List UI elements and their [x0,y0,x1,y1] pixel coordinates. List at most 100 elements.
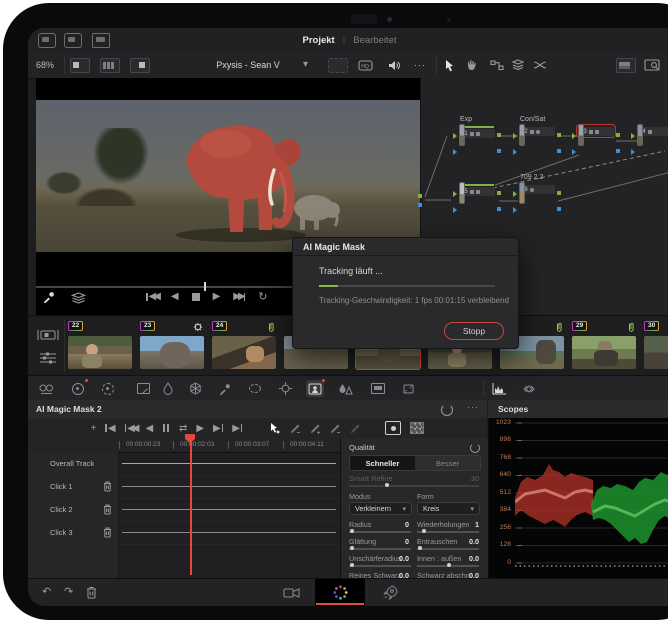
goto-first-frame-button[interactable]: ◀ [105,423,116,434]
add-keyframe-icon[interactable]: + [91,423,97,434]
smart-refine-slider[interactable] [349,483,479,487]
quality-option-schneller[interactable]: Schneller [350,456,415,470]
pointer-tool-icon[interactable] [444,52,455,78]
node-05[interactable]: 05 [453,182,501,213]
add-pen-tool-icon[interactable] [310,423,321,434]
blur-icon[interactable] [336,380,354,397]
node-01[interactable]: Exp 01 [453,116,501,155]
track-row-overall[interactable]: Overall Track [28,452,340,476]
tab-projekt[interactable]: Projekt [303,35,335,46]
node-04[interactable]: 04 [631,124,668,155]
primaries-wheels-icon[interactable] [37,380,55,397]
node-connect-icon[interactable] [490,52,504,78]
edit-page-icon[interactable] [283,587,300,599]
source-rgb-port[interactable] [418,194,422,198]
primary-adjust-icon[interactable] [69,379,88,397]
clip-thumbnail-24[interactable]: 24 [212,321,276,369]
zoom-level-dropdown[interactable]: 68% [36,52,54,78]
play-reverse-button[interactable]: ◀ [171,291,179,302]
form-dropdown[interactable]: Kreis ▾ [417,502,480,515]
timeline-clips-icon[interactable] [36,328,60,342]
wiederholungen-slider[interactable] [417,529,479,533]
node-06[interactable]: 709 2.2 06 [513,174,561,213]
add-stroke-tool-icon[interactable] [270,422,281,434]
skip-back-button[interactable]: ◀◀ [124,423,140,434]
quality-reset-icon[interactable] [470,443,480,453]
power-window-icon[interactable] [246,380,264,397]
timeline-playhead-line[interactable] [190,436,192,575]
delete-track-icon[interactable] [103,527,112,538]
node-layers-icon[interactable] [511,52,525,78]
prev-clip-button[interactable]: ◀◀ [146,291,161,302]
undo-icon[interactable]: ↶ [42,585,51,598]
scopes-panel-icon[interactable] [490,380,508,397]
loop-button[interactable]: ↻ [258,290,267,303]
play-button[interactable]: ▶ [213,291,221,302]
node-mixer-icon[interactable] [533,52,547,78]
audio-volume-icon[interactable] [388,52,401,78]
clip-thumbnail-23[interactable]: 23 [140,321,204,369]
pause-button[interactable] [162,424,170,432]
play-reverse-button[interactable]: ◀ [145,423,153,434]
track-row-click2[interactable]: Click 2 [28,498,340,522]
delete-track-icon[interactable] [103,504,112,515]
clip-thumbnail-22[interactable]: 22 [68,321,132,369]
curves-icon[interactable] [134,380,152,397]
next-clip-button[interactable]: ▶▶ [233,291,246,302]
radius-slider[interactable] [349,529,411,533]
color-page-tab[interactable] [315,579,365,606]
magic-mask-icon[interactable] [306,379,325,397]
picker-icon[interactable] [216,380,234,397]
gallery-image-icon[interactable] [616,58,636,73]
eyedropper-icon[interactable] [42,291,55,304]
track-row-click1[interactable]: Click 1 [28,475,340,499]
qualifier-icon[interactable] [159,380,177,397]
track-row-click3[interactable]: Click 3 [28,521,340,545]
ping-pong-button[interactable]: ⇄ [179,423,187,434]
modus-dropdown[interactable]: Verkleinern ▾ [349,502,412,515]
hdr-grade-icon[interactable] [99,380,117,397]
timeline-ruler[interactable]: 00:00:00:23 00:00:02:03 00:00:03:07 00:0… [28,438,340,453]
clip-thumbnail-29[interactable]: 29 [572,321,636,369]
reset-icon[interactable] [441,404,453,416]
clip-levels-icon[interactable] [38,350,58,366]
keyframes-panel-icon[interactable] [520,380,538,397]
skip-forward-button[interactable]: ▶ [213,423,224,434]
enhanced-viewer-icon[interactable] [328,58,348,73]
paint-tool-icon[interactable] [350,423,361,434]
viewer-options-dots-icon[interactable]: ··· [414,52,426,78]
subtract-pen-tool-icon[interactable] [330,423,341,434]
clip-title-dropdown[interactable]: Pxysis - Sean V [188,52,308,78]
panel-menu-dots-icon[interactable]: ··· [467,402,479,412]
glaettung-slider[interactable] [349,546,411,550]
deliver-page-icon[interactable] [383,585,398,600]
delete-track-icon[interactable] [103,481,112,492]
sizing-icon[interactable] [399,380,417,397]
quality-option-besser[interactable]: Besser [415,456,480,470]
onion-skin-toggle-icon[interactable] [410,422,425,434]
mask-overlay-toggle[interactable] [385,421,402,435]
single-viewer-toggle-icon[interactable] [70,58,90,73]
node-02[interactable]: Con/Sat 02 [513,116,561,155]
tracker-icon[interactable] [276,380,294,397]
gallery-grab-icon[interactable] [369,380,387,397]
goto-last-frame-button[interactable]: ▶ [232,423,243,434]
subtract-stroke-tool-icon[interactable] [290,423,301,434]
refine-mesh-icon[interactable] [186,380,204,397]
play-button[interactable]: ▶ [196,423,204,434]
split-compare-toggle-icon[interactable] [130,58,150,73]
lightbox-icon[interactable] [644,52,660,78]
clip-thumbnail-30[interactable]: 30 [644,321,668,369]
unschaerferadius-slider[interactable] [349,563,411,567]
entrauschen-slider[interactable] [417,546,479,550]
stop-button[interactable] [191,292,200,301]
wipe-layers-icon[interactable] [71,291,86,304]
innen-aussen-slider[interactable] [417,563,479,567]
proxy-hq-icon[interactable]: HQ [358,52,373,78]
redo-icon[interactable]: ↷ [64,585,73,598]
node-03-selected[interactable]: 03 [572,124,620,155]
stop-tracking-button[interactable]: Stopp [444,322,504,340]
hand-tool-icon[interactable] [465,52,477,78]
source-alpha-port[interactable] [418,203,422,207]
trash-icon[interactable] [86,586,97,599]
